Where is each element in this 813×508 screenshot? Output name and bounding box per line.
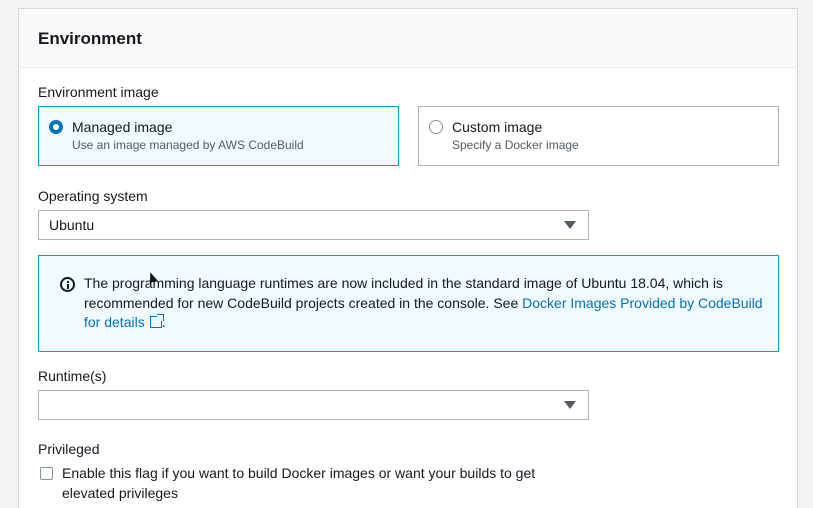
caret-down-icon bbox=[564, 221, 576, 229]
operating-system-select[interactable]: Ubuntu bbox=[38, 210, 589, 240]
runtimes-select[interactable] bbox=[38, 390, 589, 420]
caret-down-icon bbox=[564, 401, 576, 409]
privileged-checkbox-label[interactable]: Enable this flag if you want to build Do… bbox=[62, 464, 562, 503]
environment-panel: Environment Environment image Managed im… bbox=[18, 8, 798, 508]
custom-image-tile[interactable]: Custom image Specify a Docker image bbox=[418, 106, 779, 166]
operating-system-value: Ubuntu bbox=[49, 217, 95, 233]
panel-header: Environment bbox=[19, 9, 797, 68]
custom-image-radio[interactable] bbox=[429, 120, 443, 134]
environment-image-label: Environment image bbox=[38, 84, 159, 100]
privileged-label: Privileged bbox=[38, 441, 100, 457]
managed-image-radio[interactable] bbox=[49, 120, 63, 134]
info-alert: The programming language runtimes are no… bbox=[38, 255, 779, 352]
custom-image-description: Specify a Docker image bbox=[452, 138, 579, 152]
managed-image-title: Managed image bbox=[72, 119, 173, 135]
operating-system-label: Operating system bbox=[38, 188, 148, 204]
runtimes-label: Runtime(s) bbox=[38, 368, 107, 384]
external-link-icon bbox=[149, 314, 164, 328]
info-icon bbox=[60, 277, 75, 292]
managed-image-tile[interactable]: Managed image Use an image managed by AW… bbox=[38, 106, 399, 166]
info-message: The programming language runtimes are no… bbox=[84, 274, 764, 333]
privileged-checkbox[interactable] bbox=[40, 467, 53, 480]
managed-image-description: Use an image managed by AWS CodeBuild bbox=[72, 138, 304, 152]
custom-image-title: Custom image bbox=[452, 119, 543, 135]
panel-title: Environment bbox=[38, 29, 142, 48]
